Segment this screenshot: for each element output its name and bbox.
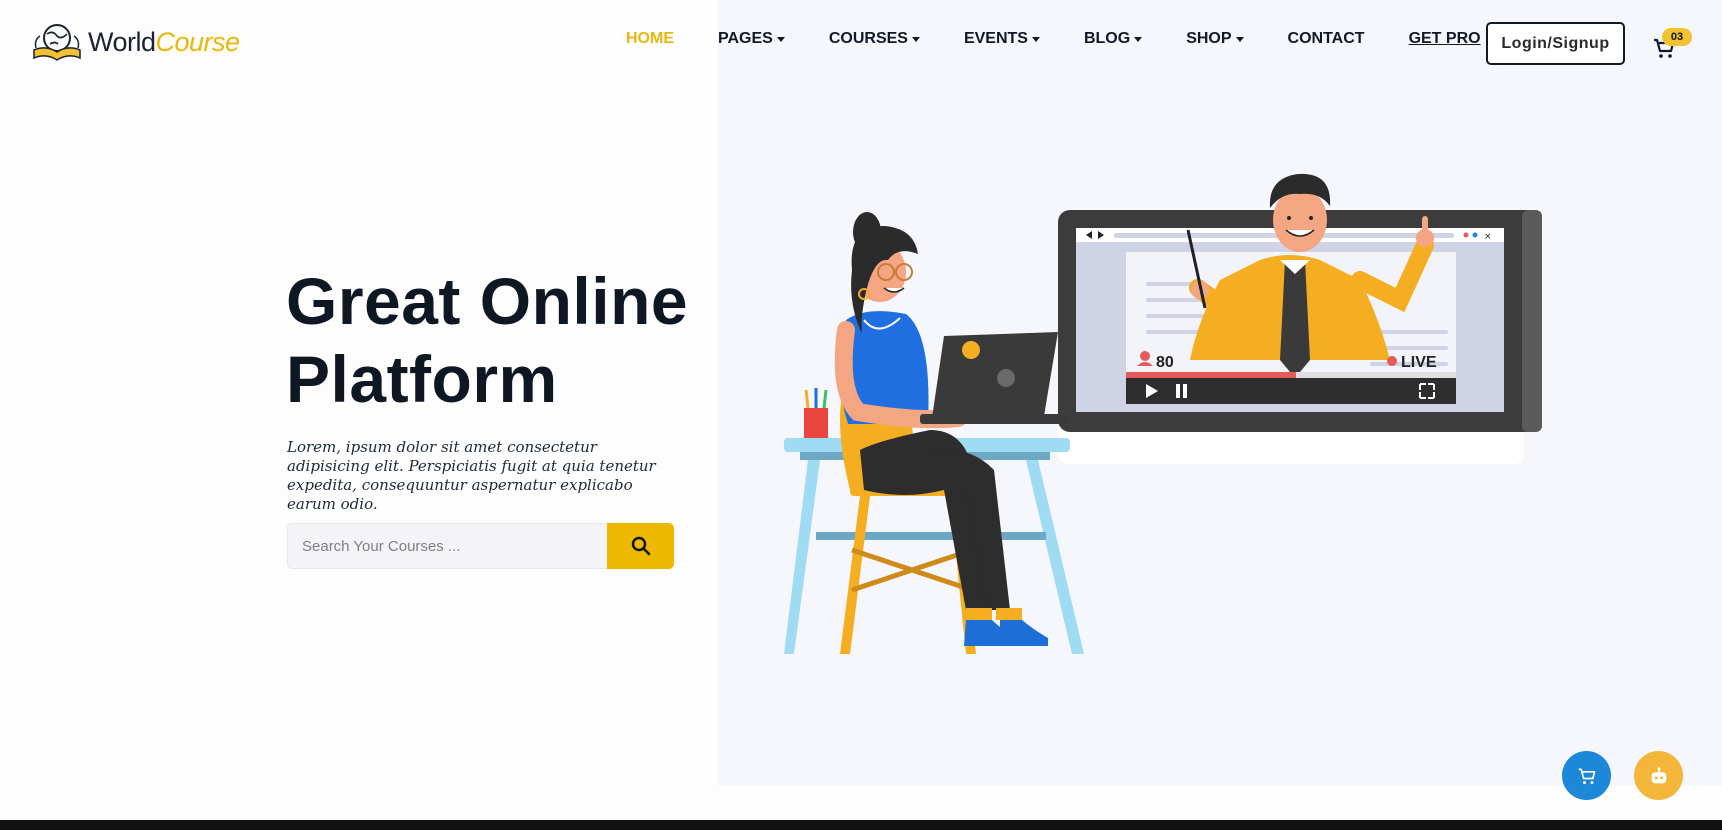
course-search (287, 523, 674, 569)
nav-blog[interactable]: BLOG (1083, 30, 1143, 48)
logo-text: WorldCourse (88, 27, 240, 58)
nav-contact[interactable]: CONTACT (1288, 30, 1365, 48)
nav-events[interactable]: EVENTS (964, 30, 1040, 48)
nav-contact-label: CONTACT (1287, 30, 1365, 47)
floating-cart-button[interactable] (1562, 751, 1611, 800)
nav-pages[interactable]: PAGES (718, 30, 785, 48)
caret-down-icon (1134, 36, 1143, 42)
hero-title-line1: Great Online (286, 264, 689, 338)
bottom-edge-bar (0, 820, 1722, 830)
site-logo[interactable]: WorldCourse (30, 20, 240, 64)
caret-down-icon (1031, 36, 1040, 42)
cart-icon (1578, 768, 1595, 784)
page: WorldCourse HOME PAGES COURSES EVENTS BL… (0, 0, 1722, 830)
main-nav: HOME PAGES COURSES EVENTS BLOG SHOP CONT… (626, 30, 1525, 48)
floating-assistant-button[interactable] (1634, 751, 1683, 800)
cart-count-badge: 03 (1662, 28, 1692, 46)
live-label: LIVE (1401, 354, 1437, 371)
svg-text:×: × (1484, 232, 1492, 242)
nav-events-label: EVENTS (963, 30, 1028, 47)
search-button[interactable] (607, 523, 674, 569)
nav-shop-label: SHOP (1186, 30, 1232, 47)
nav-home-label: HOME (626, 30, 674, 47)
viewer-count: 80 (1156, 354, 1174, 371)
login-signup-button[interactable]: Login/Signup (1486, 22, 1625, 65)
search-icon (631, 536, 650, 556)
globe-book-icon (33, 24, 81, 61)
online-class-illustration: × 80 LIVE (784, 173, 1542, 654)
logo-word: World (88, 26, 156, 57)
nav-courses[interactable]: COURSES (829, 30, 920, 48)
caret-down-icon (776, 36, 785, 42)
nav-shop[interactable]: SHOP (1186, 30, 1244, 48)
caret-down-icon (911, 36, 920, 42)
robot-icon (1651, 766, 1666, 783)
hero-title-line2: Platform (286, 342, 558, 416)
hero-title: Great Online Platform (286, 262, 706, 418)
nav-home[interactable]: HOME (626, 30, 674, 48)
logo-accent-word: Course (155, 26, 241, 57)
nav-get-pro[interactable]: GET PRO (1409, 30, 1481, 48)
nav-blog-label: BLOG (1083, 30, 1131, 47)
nav-courses-label: COURSES (828, 30, 908, 47)
hero-description: Lorem, ipsum dolor sit amet consectetur … (287, 438, 656, 513)
caret-down-icon (1235, 36, 1244, 42)
nav-get-pro-label: GET PRO (1408, 30, 1481, 47)
search-input[interactable] (287, 523, 607, 569)
nav-pages-label: PAGES (718, 30, 773, 47)
